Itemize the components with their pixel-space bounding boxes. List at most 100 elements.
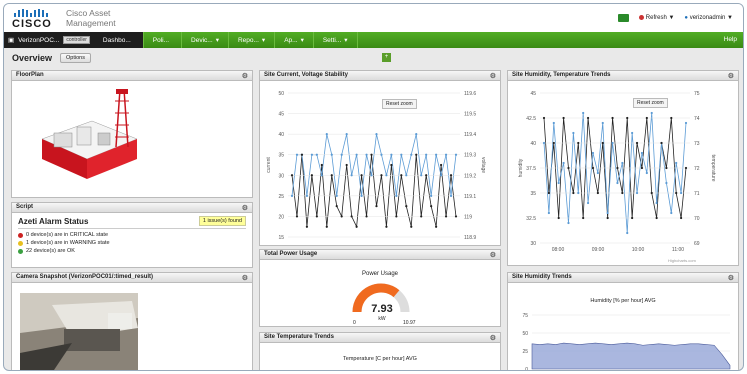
- site-selector[interactable]: VerizonPOC...: [18, 37, 59, 44]
- data-point: [542, 116, 546, 120]
- data-point: [290, 174, 294, 177]
- data-point: [439, 174, 443, 177]
- gear-icon[interactable]: ⚙: [490, 72, 496, 80]
- data-point: [325, 133, 328, 136]
- data-point: [360, 174, 363, 177]
- data-point: [335, 194, 338, 197]
- refresh-icon: [638, 14, 644, 20]
- data-point: [345, 133, 348, 136]
- reset-zoom-button[interactable]: Reset zoom: [382, 99, 417, 109]
- y2-tick-label: 119.4: [464, 132, 476, 138]
- data-point: [680, 216, 683, 220]
- gear-icon[interactable]: ⚙: [490, 334, 496, 342]
- data-point: [557, 181, 560, 185]
- data-point: [380, 153, 383, 156]
- data-point: [430, 205, 433, 208]
- data-point: [320, 174, 323, 177]
- data-point: [444, 215, 448, 218]
- y2-tick-label: 119.2: [464, 173, 476, 179]
- alarm-line-text: 1 device(s) are in WARNING state: [26, 240, 110, 246]
- power-panel: Total Power Usage ⚙ Power Usage 7.93 kW 0…: [259, 249, 501, 327]
- y-tick-label: 45: [278, 112, 284, 118]
- controller-tag[interactable]: controller: [63, 36, 90, 44]
- nav-tab-1[interactable]: Poli...: [144, 32, 183, 48]
- data-point: [300, 153, 304, 156]
- nav-tab-label: Poli...: [152, 36, 170, 44]
- nav-tab-5[interactable]: Setti... ▾: [314, 32, 358, 48]
- floorplan-image[interactable]: [12, 81, 252, 197]
- gear-icon[interactable]: ⚙: [728, 274, 734, 282]
- nav-tab-label: Devic...: [191, 36, 213, 44]
- panel-title: FloorPlan: [16, 72, 44, 78]
- data-point: [385, 225, 388, 228]
- gear-icon[interactable]: ⚙: [242, 204, 248, 212]
- data-point: [665, 181, 668, 185]
- site-expand-icon[interactable]: ▣: [8, 36, 14, 44]
- data-point: [621, 161, 624, 165]
- y2-tick-label: 119.1: [464, 194, 476, 200]
- refresh-button[interactable]: Refresh ▼: [638, 14, 674, 21]
- nav-tab-4[interactable]: Ap... ▾: [275, 32, 314, 48]
- reset-zoom-button[interactable]: Reset zoom: [633, 98, 668, 108]
- data-point: [640, 151, 644, 155]
- y2-tick-label: 119: [464, 214, 472, 220]
- data-point: [454, 153, 458, 156]
- gear-icon[interactable]: ⚙: [242, 274, 248, 282]
- data-point: [310, 174, 313, 177]
- data-point: [626, 231, 629, 235]
- data-point: [675, 191, 678, 195]
- gear-icon[interactable]: ⚙: [242, 72, 248, 80]
- y-tick-label: 35: [530, 191, 536, 197]
- data-point: [360, 194, 363, 197]
- help-link[interactable]: Help: [724, 36, 737, 43]
- x-tick-label: 11:00: [672, 247, 684, 253]
- data-point: [315, 153, 318, 156]
- y-tick-label: 15: [278, 235, 284, 241]
- temperature-chart-title: Temperature [C per hour] AVG: [343, 356, 417, 362]
- data-point: [390, 163, 393, 167]
- y2-axis-label: voltage: [480, 157, 486, 173]
- data-point: [640, 166, 644, 170]
- data-point: [425, 153, 428, 156]
- user-icon: ●: [684, 15, 689, 21]
- nav-tab-0[interactable]: Dashbo...: [93, 32, 144, 48]
- humidity-panel: Site Humidity Trends ⚙ Humidity [% per ho…: [507, 272, 739, 370]
- chevron-down-icon: ▾: [215, 37, 219, 44]
- data-point: [330, 153, 333, 156]
- nav-tab-3[interactable]: Repo... ▾: [229, 32, 276, 48]
- alarm-line-text: 22 device(s) are OK: [26, 248, 75, 254]
- data-point: [410, 225, 413, 228]
- overview-bar: Overview Options +: [4, 48, 743, 68]
- nav-tab-label: Setti...: [322, 36, 342, 44]
- data-point: [591, 151, 595, 155]
- data-point: [370, 153, 373, 156]
- camera-snapshot-image[interactable]: [12, 283, 252, 371]
- data-point: [635, 141, 639, 145]
- data-point: [295, 153, 299, 156]
- chart-credit[interactable]: Highcharts.com: [668, 258, 696, 263]
- gear-icon[interactable]: ⚙: [728, 72, 734, 80]
- alarm-line: 22 device(s) are OK: [18, 248, 246, 254]
- y-tick-label: 50: [278, 91, 284, 97]
- humidity-temperature-panel: Site Humidity, Temperature Trends ⚙ 45 42.…: [507, 70, 739, 266]
- floorplan-panel: FloorPlan ⚙: [11, 70, 253, 198]
- data-point: [444, 153, 448, 156]
- data-point: [577, 141, 580, 145]
- y-tick-label: 50: [522, 331, 528, 337]
- gear-icon[interactable]: ⚙: [490, 251, 496, 259]
- y-tick-label: 45: [530, 91, 536, 97]
- data-point: [572, 191, 575, 195]
- options-button[interactable]: Options: [60, 53, 91, 63]
- alarm-line: 1 device(s) are in WARNING state: [18, 240, 246, 246]
- alarm-status-title: Azeti Alarm Status: [18, 216, 89, 226]
- nav-tab-2[interactable]: Devic... ▾: [182, 32, 229, 48]
- data-point: [626, 116, 629, 120]
- status-dot-icon: [18, 232, 23, 238]
- status-icon[interactable]: [617, 14, 629, 22]
- user-menu[interactable]: ● verizonadmin ▼: [684, 15, 733, 21]
- panel-title: Camera Snapshot (VerizonPOC01/:timed_res…: [16, 274, 154, 280]
- data-point: [670, 211, 673, 215]
- humidity-area: [531, 342, 731, 370]
- issues-badge[interactable]: 1 issue(s) found: [198, 216, 246, 226]
- add-widget-button[interactable]: +: [382, 53, 391, 62]
